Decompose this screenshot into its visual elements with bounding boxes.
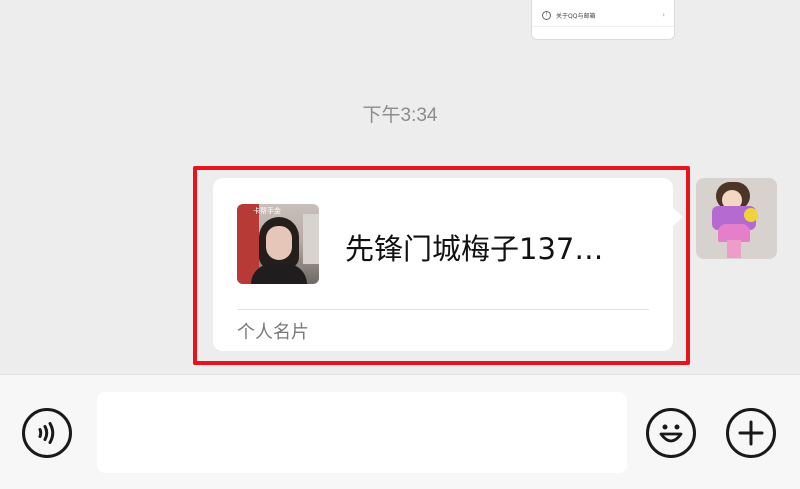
- message-input[interactable]: [97, 392, 627, 473]
- info-icon: !: [542, 10, 551, 20]
- chevron-right-icon: ›: [662, 11, 665, 19]
- input-bar: [0, 374, 800, 489]
- voice-button[interactable]: [22, 408, 72, 458]
- voice-icon: [38, 422, 55, 444]
- plus-icon: [738, 420, 764, 446]
- message-timestamp: 下午3:34: [362, 105, 438, 126]
- divider: [532, 26, 674, 27]
- emoji-icon: [659, 424, 683, 443]
- previous-message-card[interactable]: ! 关于QQ与邮箱 ›: [531, 0, 675, 40]
- contact-card[interactable]: 卡帮手金 先锋门城梅子137… 个人名片: [213, 178, 673, 351]
- avatar-overlay-text: 卡帮手金: [253, 207, 281, 215]
- card-type-label: 个人名片: [237, 322, 309, 343]
- previous-message-row[interactable]: ! 关于QQ与邮箱 ›: [536, 6, 669, 24]
- previous-message-label: 关于QQ与邮箱: [556, 12, 596, 20]
- bubble-tail: [673, 208, 683, 226]
- emoji-button[interactable]: [646, 408, 696, 458]
- more-button[interactable]: [726, 408, 776, 458]
- contact-avatar: 卡帮手金: [237, 204, 319, 284]
- sender-avatar[interactable]: [696, 178, 777, 259]
- contact-name: 先锋门城梅子137…: [345, 232, 604, 266]
- card-divider: [237, 309, 649, 310]
